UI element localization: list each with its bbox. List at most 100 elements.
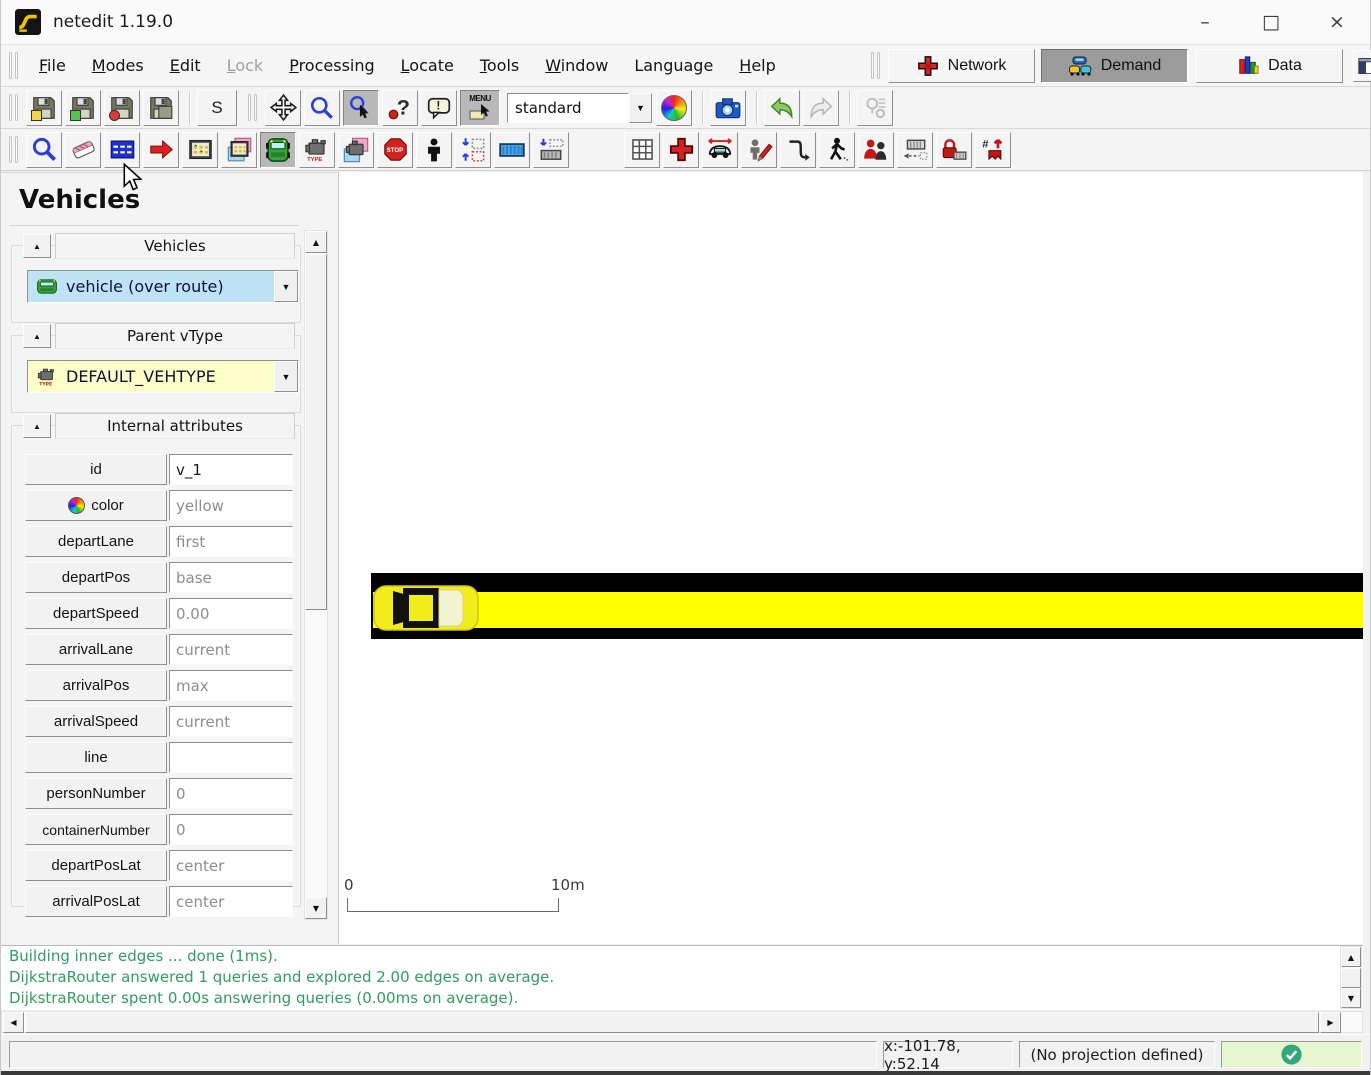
attr-id-button[interactable]: id — [25, 454, 167, 485]
attr-color-input[interactable] — [169, 490, 293, 521]
scroll-up-button[interactable]: ▲ — [305, 231, 327, 253]
attr-departspeed-input[interactable] — [169, 598, 293, 629]
save-additionals-button[interactable] — [65, 90, 101, 126]
attr-arrivalposlat-input[interactable] — [169, 886, 293, 917]
toolbar-menu-button[interactable]: MENU — [460, 90, 500, 126]
vehicle-v1[interactable] — [373, 583, 479, 633]
scroll-left-button[interactable]: ◀ — [3, 1012, 24, 1033]
mode-container-button[interactable] — [494, 132, 530, 168]
attr-departpos-button[interactable]: departPos — [25, 562, 167, 593]
mode-move-button[interactable] — [143, 132, 179, 168]
collapse-vtype-button[interactable]: ▲ — [23, 324, 51, 348]
toolbar-grip[interactable] — [9, 52, 18, 79]
move-view-button[interactable] — [265, 90, 301, 126]
attr-departpos-input[interactable] — [169, 562, 293, 593]
scrollbar-thumb[interactable] — [305, 254, 327, 610]
maximize-button[interactable]: □ — [1238, 0, 1304, 44]
attr-departlane-button[interactable]: departLane — [25, 526, 167, 557]
modes-toolbar-grip[interactable] — [9, 136, 18, 163]
zoom-cursor-button[interactable] — [343, 90, 379, 126]
mode-inspect-button[interactable] — [26, 132, 62, 168]
supermode-grip[interactable] — [871, 52, 880, 79]
log-scroll-up-button[interactable]: ▲ — [1341, 947, 1361, 967]
hscrollbar-thumb[interactable] — [25, 1012, 1319, 1033]
vtype-combo-dropdown-button[interactable]: ▼ — [274, 361, 298, 392]
redo-button[interactable] — [803, 90, 839, 126]
toggle-show-containers-button[interactable] — [897, 132, 933, 168]
attr-departspeed-button[interactable]: departSpeed — [25, 598, 167, 629]
mode-type-button[interactable]: TYPE — [299, 132, 335, 168]
menu-help[interactable]: Help — [726, 45, 788, 86]
menu-edit[interactable]: Edit — [157, 45, 214, 86]
supermode-data-button[interactable]: Data — [1196, 49, 1343, 83]
mode-delete-button[interactable] — [65, 132, 101, 168]
attr-arrivalposlat-button[interactable]: arrivalPosLat — [25, 886, 167, 917]
attr-personnumber-input[interactable] — [169, 778, 293, 809]
locate-options-button[interactable] — [857, 90, 893, 126]
message-log[interactable]: Building inner edges ... done (1ms). Dij… — [1, 945, 1363, 1010]
toggle-show-trips-button[interactable] — [741, 132, 777, 168]
attr-containernumber-input[interactable] — [169, 814, 293, 845]
minimize-button[interactable]: – — [1172, 0, 1238, 44]
supermode-network-button[interactable]: Network — [888, 49, 1035, 83]
mode-person-plan-button[interactable] — [455, 132, 491, 168]
menu-processing[interactable]: Processing — [276, 45, 387, 86]
menu-locate[interactable]: Locate — [388, 45, 467, 86]
log-scrollbar-thumb[interactable] — [1341, 968, 1361, 988]
attr-containernumber-button[interactable]: containerNumber — [25, 814, 167, 845]
attr-line-button[interactable]: line — [25, 742, 167, 773]
attr-departposlat-input[interactable] — [169, 850, 293, 881]
toggle-spread-vehicles-button[interactable] — [702, 132, 738, 168]
attr-arrivallane-input[interactable] — [169, 634, 293, 665]
undo-button[interactable] — [764, 90, 800, 126]
toggle-route-steps-button[interactable] — [780, 132, 816, 168]
save-network-button[interactable] — [26, 90, 62, 126]
vehicle-combo-dropdown-button[interactable]: ▼ — [274, 271, 298, 302]
toggle-show-persons-button[interactable] — [819, 132, 855, 168]
mode-type-distribution-button[interactable] — [338, 132, 374, 168]
view-scheme-dropdown-button[interactable]: ▼ — [629, 93, 652, 123]
mode-route-distribution-button[interactable] — [221, 132, 257, 168]
view-toolbar-grip[interactable] — [248, 94, 257, 121]
attr-departlane-input[interactable] — [169, 526, 293, 557]
toggle-lock-persons-button[interactable] — [858, 132, 894, 168]
online-help-button[interactable]: ? — [382, 90, 418, 126]
attr-arrivalspeed-button[interactable]: arrivalSpeed — [25, 706, 167, 737]
log-scroll-down-button[interactable]: ▼ — [1341, 988, 1361, 1008]
simulation-s-button[interactable]: S — [197, 90, 237, 126]
file-toolbar-grip[interactable] — [9, 94, 18, 121]
scroll-down-button[interactable]: ▼ — [305, 897, 327, 919]
mode-person-button[interactable] — [416, 132, 452, 168]
menu-language[interactable]: Language — [621, 45, 726, 86]
feedback-button[interactable]: ! — [421, 90, 457, 126]
network-canvas[interactable]: 0 10m — [339, 172, 1363, 944]
save-data-button[interactable] — [143, 90, 179, 126]
collapse-vehicles-button[interactable]: ▲ — [23, 234, 51, 258]
horizontal-scrollbar[interactable]: ◀ ▶ — [1, 1011, 1363, 1033]
menu-modes[interactable]: Modes — [79, 45, 157, 86]
mode-stop-button[interactable]: STOP — [377, 132, 413, 168]
zoom-extent-button[interactable] — [304, 90, 340, 126]
edit-color-schemes-button[interactable] — [656, 90, 692, 126]
frame-scrollbar[interactable]: ▲ ▼ — [304, 230, 328, 920]
toggle-grid-button[interactable] — [624, 132, 660, 168]
save-demand-button[interactable] — [104, 90, 140, 126]
scroll-right-button[interactable]: ▶ — [1320, 1012, 1341, 1033]
attr-line-input[interactable] — [169, 742, 293, 773]
attr-personnumber-button[interactable]: personNumber — [25, 778, 167, 809]
supermode-demand-button[interactable]: Demand — [1041, 49, 1188, 83]
route-highlight[interactable] — [373, 592, 1363, 628]
toggle-overlapped-routes-button[interactable]: # — [975, 132, 1011, 168]
attr-color-button[interactable]: color — [25, 490, 167, 521]
attr-arrivalpos-input[interactable] — [169, 670, 293, 701]
menu-window[interactable]: Window — [532, 45, 621, 86]
attr-arrivalspeed-input[interactable] — [169, 706, 293, 737]
attr-arrivalpos-button[interactable]: arrivalPos — [25, 670, 167, 701]
vehicle-combo-value[interactable]: vehicle (over route) — [28, 271, 274, 302]
new-window-button[interactable] — [1353, 50, 1371, 82]
mode-container-plan-button[interactable] — [533, 132, 569, 168]
mode-vehicle-button[interactable] — [260, 132, 296, 168]
toggle-lock-containers-button[interactable] — [936, 132, 972, 168]
attr-arrivallane-button[interactable]: arrivalLane — [25, 634, 167, 665]
snapshot-button[interactable] — [710, 90, 746, 126]
